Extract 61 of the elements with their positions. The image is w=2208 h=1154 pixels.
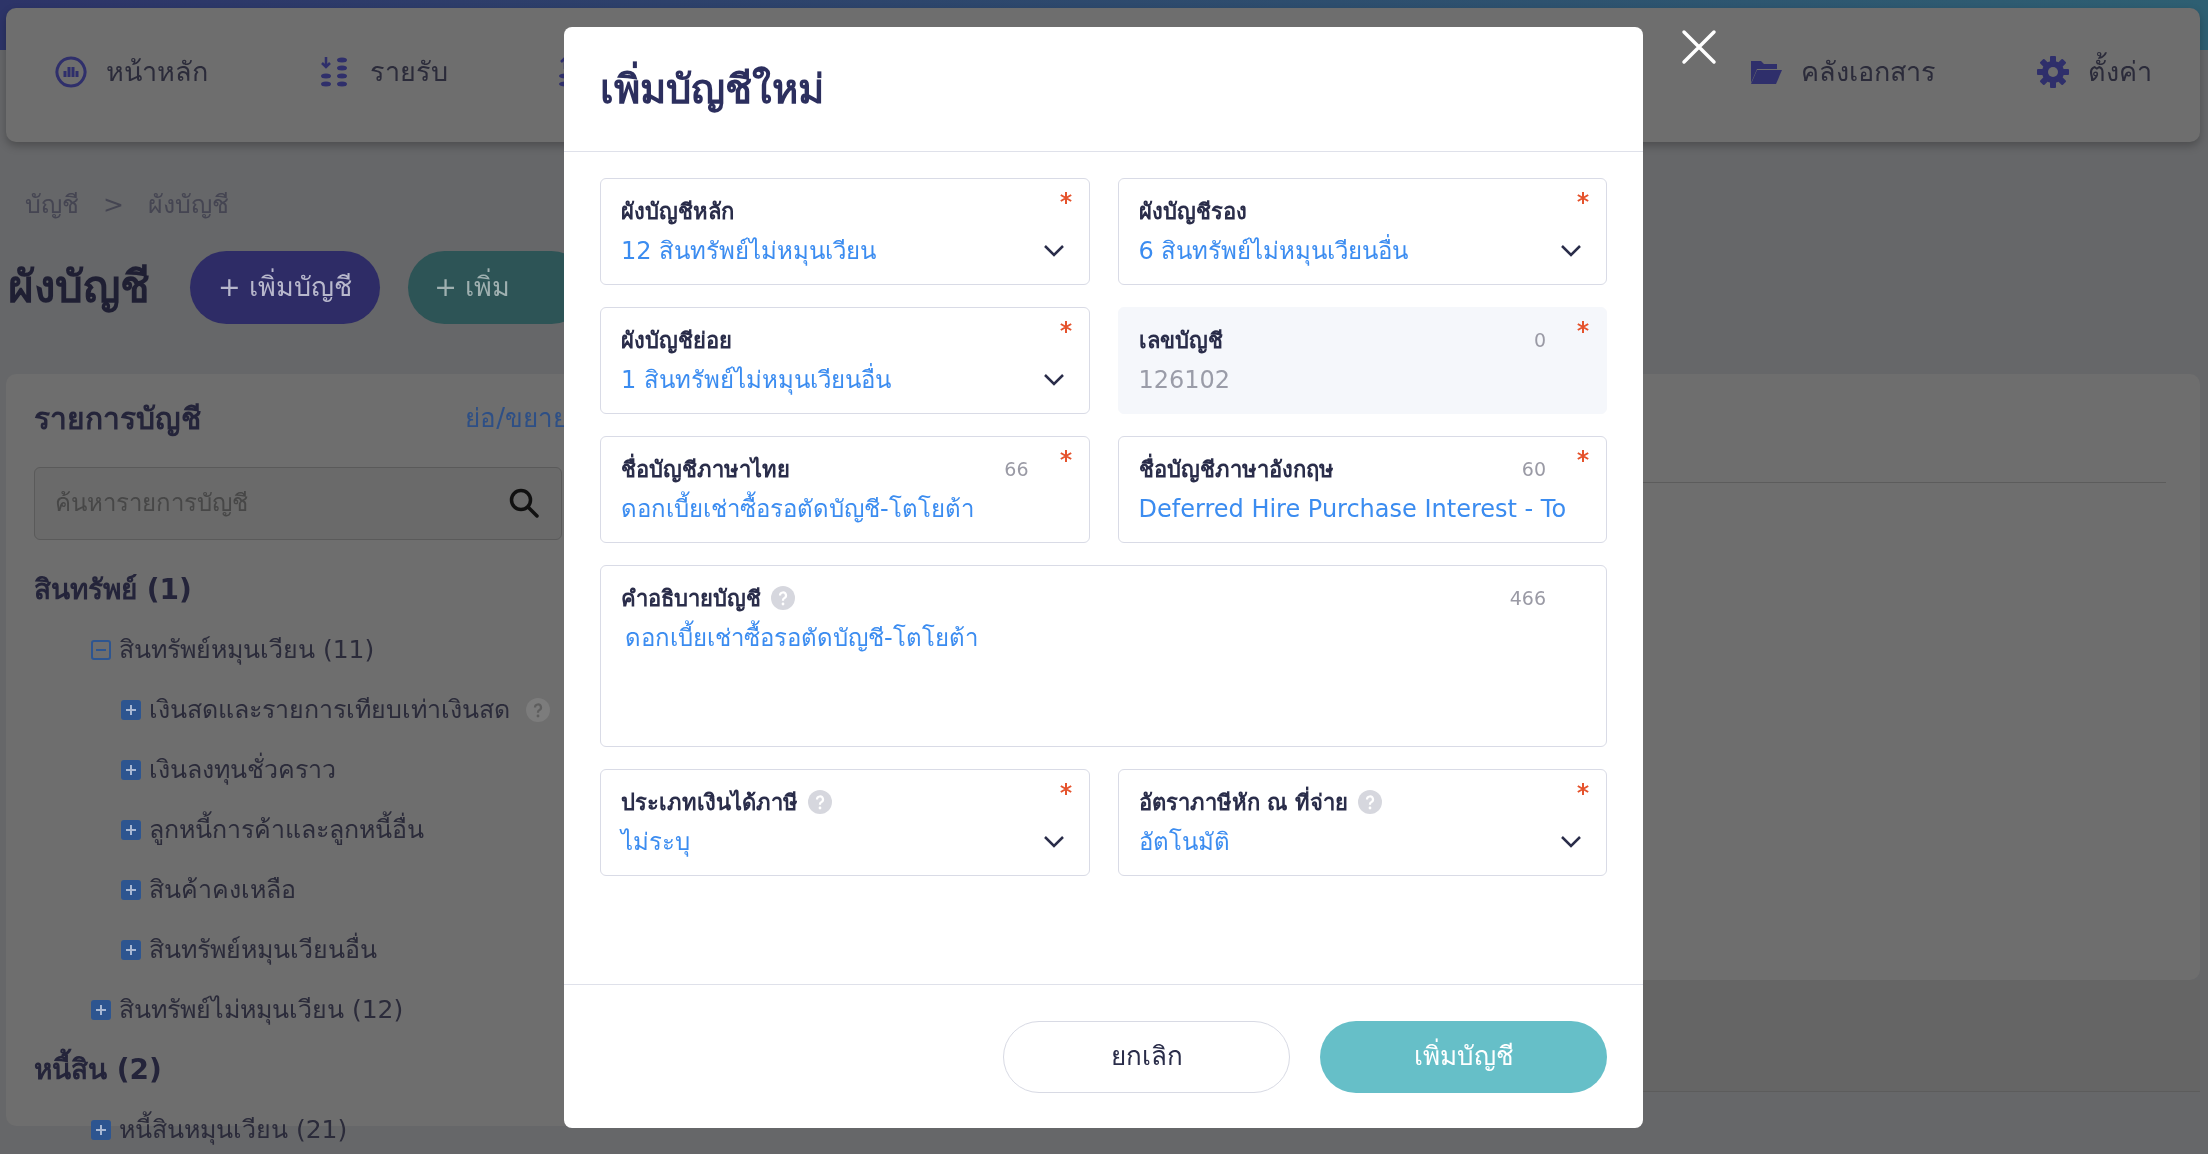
tree-item-label[interactable]: สินทรัพย์หมุนเวียน (11) [119,630,375,669]
tree-item-label[interactable]: เงินลงทุนชั่วคราว [149,750,336,789]
close-icon[interactable] [1680,28,1718,66]
char-counter: 0 [1533,327,1546,353]
char-counter: 466 [1509,585,1546,611]
field-label: ผังบัญชีหลัก [621,197,734,227]
gear-icon[interactable] [2036,55,2070,89]
expand-icon[interactable] [121,759,141,780]
text-field[interactable]: ชื่อบัญชีภาษาอังกฤษ 60 Deferred Hire Purchase Interest - To [1117,436,1607,543]
tree-item-label[interactable]: สินค้าคงเหลือ [149,870,296,909]
tree-item-label[interactable]: หนี้สินหมุนเวียน (21) [119,1110,348,1149]
field-label: ผังบัญชีรอง [1138,197,1247,227]
field-value: อัตโนมัติ [1138,827,1231,858]
dashboard-icon[interactable] [54,55,88,89]
submit-button[interactable]: เพิ่มบัญชี [1320,1020,1607,1093]
dropdown-field[interactable]: ประเภทเงินได้ภาษี ไม่ระบุ [600,769,1090,876]
expand-icon[interactable] [91,999,111,1020]
field-label: ผังบัญชีย่อย [621,326,732,356]
cancel-button[interactable]: ยกเลิก [1003,1020,1290,1093]
nav-link-text[interactable]: หน้าหลัก [106,51,208,93]
field-value: 12 สินทรัพย์ไม่หมุนเวียน [621,236,878,268]
field-label: ชื่อบัญชีภาษาอังกฤษ [1138,452,1334,486]
tree-group-label[interactable]: สินทรัพย์ (1) [34,568,192,611]
field-value: ดอกเบี้ยเช่าซื้อรอตัดบัญชี-โตโยต้า [621,491,1069,527]
panel-title: รายการบัญชี [34,399,201,439]
char-counter: 60 [1521,456,1546,482]
field-label: อัตราภาษีหัก ณ ที่จ่าย [1138,785,1348,819]
field-value: Deferred Hire Purchase Interest - To [1138,494,1568,525]
expand-icon[interactable] [121,939,141,960]
nav-link-text[interactable]: ตั้งค่า [2088,51,2152,93]
field-label: ประเภทเงินได้ภาษี [621,788,798,817]
field-value: 126102 [1138,365,1232,396]
text-area[interactable]: คำอธิบายบัญชี 466 ดอกเบี้ยเช่าซื้อรอตัดบัญชี-โตโยต้า [600,565,1607,747]
page-title: ผังบัญชี [8,261,150,314]
dropdown-field[interactable]: ผังบัญชีหลัก 12 สินทรัพย์ไม่หมุนเวียน [600,178,1090,285]
dropdown-field[interactable]: อัตราภาษีหัก ณ ที่จ่าย อัตโนมัติ [1117,769,1607,876]
field-value: ดอกเบี้ยเช่าซื้อรอตัดบัญชี-โตโยต้า [625,620,1586,656]
field-label: เลขบัญชี [1138,326,1223,356]
dropdown-field[interactable]: ผังบัญชีรอง 6 สินทรัพย์ไม่หมุนเวียนอื่น [1117,178,1607,285]
expand-icon[interactable] [121,819,141,840]
char-counter: 66 [1004,456,1029,482]
field-value: 6 สินทรัพย์ไม่หมุนเวียนอื่น [1138,233,1560,269]
field-label: ชื่อบัญชีภาษาไทย [621,452,790,486]
tree-item-label[interactable]: เงินสดและรายการเทียบเท่าเงินสด [149,690,510,729]
nav-link-text[interactable]: รายรับ [370,51,448,93]
tree-item-label[interactable]: สินทรัพย์หมุนเวียนอื่น [149,930,377,969]
add-button[interactable]: + เพิ่มบัญชี [190,251,381,324]
text-field[interactable]: ชื่อบัญชีภาษาไทย 66 ดอกเบี้ยเช่าซื้อรอตัดบัญชี-โตโยต้า [600,436,1090,543]
nav-link-text[interactable]: คลังเอกสาร [1801,51,1936,93]
field-value: ไม่ระบุ [621,827,691,859]
expand-icon[interactable] [91,1119,111,1140]
tree-group-label[interactable]: หนี้สิน (2) [34,1048,162,1091]
breadcrumb-separator: > [103,189,124,221]
field-value: 1 สินทรัพย์ไม่หมุนเวียนอื่น [621,362,1043,398]
search-icon[interactable] [508,486,540,519]
expand-icon[interactable] [121,879,141,900]
tree-item-label[interactable]: ลูกหนี้การค้าและลูกหนี้อื่น [149,810,424,849]
tree-item-label[interactable]: สินทรัพย์ไม่หมุนเวียน (12) [119,990,404,1029]
field-label: คำอธิบายบัญชี [621,584,761,614]
expand-icon[interactable] [121,699,141,720]
dropdown-field[interactable]: ผังบัญชีย่อย 1 สินทรัพย์ไม่หมุนเวียนอื่น [600,307,1090,414]
